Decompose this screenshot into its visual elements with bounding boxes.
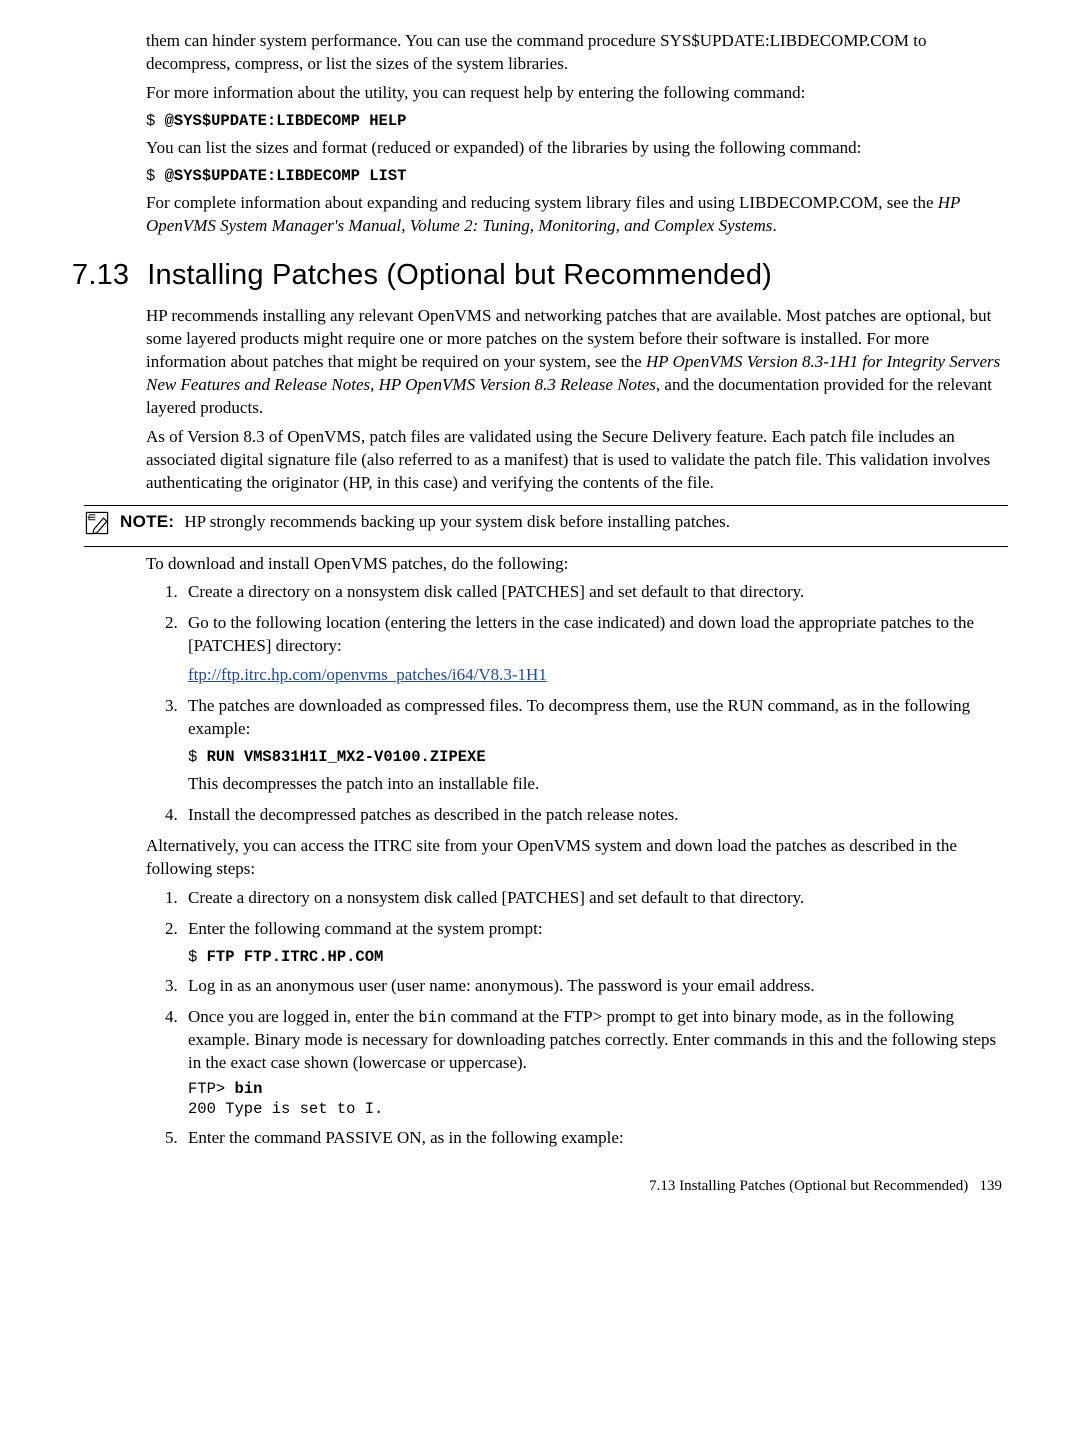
code-output: 200 Type is set to I.	[188, 1100, 383, 1118]
paragraph: For more information about the utility, …	[146, 82, 1008, 105]
list-item: Create a directory on a nonsystem disk c…	[182, 887, 1008, 910]
command-line: $ @SYS$UPDATE:LIBDECOMP HELP	[146, 111, 1008, 131]
procedure-list: Create a directory on a nonsystem disk c…	[146, 581, 1008, 827]
note-block: NOTE: HP strongly recommends backing up …	[84, 510, 1008, 536]
note-icon	[84, 510, 110, 536]
book-title: HP OpenVMS Version 8.3 Release Notes	[379, 375, 656, 394]
list-item: Create a directory on a nonsystem disk c…	[182, 581, 1008, 604]
paragraph: You can list the sizes and format (reduc…	[146, 137, 1008, 160]
command-line: $ RUN VMS831H1I_MX2-V0100.ZIPEXE	[188, 747, 1008, 767]
list-item: Log in as an anonymous user (user name: …	[182, 975, 1008, 998]
command: RUN VMS831H1I_MX2-V0100.ZIPEXE	[207, 748, 486, 766]
inline-code: bin	[418, 1009, 446, 1027]
footer-section: 7.13 Installing Patches (Optional but Re…	[649, 1178, 968, 1194]
note-label: NOTE:	[120, 511, 174, 534]
paragraph: Alternatively, you can access the ITRC s…	[146, 835, 1008, 881]
patches-ftp-link[interactable]: ftp://ftp.itrc.hp.com/openvms_patches/i6…	[188, 665, 547, 684]
paragraph: This decompresses the patch into an inst…	[188, 773, 1008, 796]
paragraph: HP recommends installing any relevant Op…	[146, 305, 1008, 420]
code-block: FTP> bin 200 Type is set to I.	[188, 1079, 1008, 1119]
command-line: $ @SYS$UPDATE:LIBDECOMP LIST	[146, 166, 1008, 186]
list-item: Go to the following location (entering t…	[182, 612, 1008, 687]
note-text: HP strongly recommends backing up your s…	[184, 511, 730, 534]
section-title: Installing Patches (Optional but Recomme…	[147, 256, 772, 295]
page-footer: 7.13 Installing Patches (Optional but Re…	[72, 1176, 1008, 1196]
page-number: 139	[980, 1178, 1003, 1194]
list-item: The patches are downloaded as compressed…	[182, 695, 1008, 796]
command: FTP FTP.ITRC.HP.COM	[207, 948, 384, 966]
section-number: 7.13	[72, 256, 129, 295]
procedure-list: Create a directory on a nonsystem disk c…	[146, 887, 1008, 1150]
command: @SYS$UPDATE:LIBDECOMP LIST	[165, 167, 407, 185]
section-heading: 7.13 Installing Patches (Optional but Re…	[72, 256, 1008, 295]
command-line: $ FTP FTP.ITRC.HP.COM	[188, 947, 1008, 967]
note-rule-bottom	[84, 546, 1008, 547]
paragraph: To download and install OpenVMS patches,…	[146, 553, 1008, 576]
note-rule-top	[84, 505, 1008, 506]
command: bin	[235, 1080, 263, 1098]
list-item: Enter the command PASSIVE ON, as in the …	[182, 1127, 1008, 1150]
command: @SYS$UPDATE:LIBDECOMP HELP	[165, 112, 407, 130]
paragraph: As of Version 8.3 of OpenVMS, patch file…	[146, 426, 1008, 495]
list-item: Enter the following command at the syste…	[182, 918, 1008, 967]
paragraph: For complete information about expanding…	[146, 192, 1008, 238]
paragraph: them can hinder system performance. You …	[146, 30, 1008, 76]
list-item: Once you are logged in, enter the bin co…	[182, 1006, 1008, 1119]
list-item: Install the decompressed patches as desc…	[182, 804, 1008, 827]
